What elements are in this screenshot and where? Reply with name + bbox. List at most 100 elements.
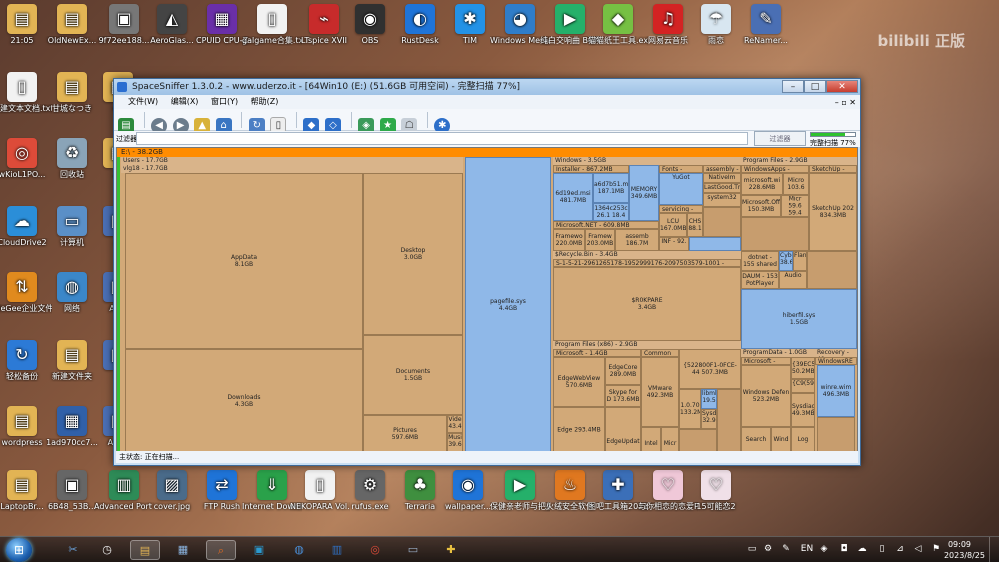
desktop-icon[interactable]: ▤ OldNewEx... <box>42 4 102 46</box>
block-sketchup-2022[interactable]: SketchUp 202 834.3MB <box>809 173 857 251</box>
block-assemb[interactable]: assemb 186.7M <box>615 229 659 251</box>
block-documents[interactable]: Documents 1.5GB <box>363 335 463 415</box>
taskbar-app-button[interactable]: ▭ <box>398 540 428 560</box>
block-microsoft-wi[interactable]: microsoft.wi 228.6MB <box>741 173 783 195</box>
taskbar-app-button[interactable]: ◷ <box>92 540 122 560</box>
block-hiberfil[interactable]: hiberfil.sys 1.5GB <box>741 289 857 349</box>
block-videos[interactable]: Vide 43.4 <box>447 415 463 433</box>
block-intel[interactable]: Intel <box>641 427 661 451</box>
block-nativeim[interactable]: NativeIm <box>703 173 741 183</box>
block-edgeupdate[interactable]: EdgeUpdat <box>605 407 641 451</box>
block-vlg[interactable]: vlg18 - 17.7GB <box>121 165 463 173</box>
block-x86-misc[interactable] <box>717 389 741 451</box>
block-flantech[interactable]: Flantech <box>793 251 807 271</box>
block-edgecore[interactable]: EdgeCore 289.0MB <box>605 357 641 385</box>
block-x86-misc-b[interactable] <box>679 429 717 451</box>
block-wind-pd[interactable]: Wind <box>771 427 791 451</box>
desktop-icon[interactable]: ♡ 15可能恋2 <box>686 470 746 512</box>
block-rec[interactable]: 1.0.70 133.2M <box>679 389 701 429</box>
start-button[interactable]: ⊞ <box>6 538 32 562</box>
cloud-icon[interactable]: ☁ <box>857 544 867 554</box>
taskbar-app-button[interactable]: ⌕ <box>206 540 236 560</box>
mdi-controls[interactable]: – ▫ ✕ <box>835 96 856 110</box>
block-daum[interactable]: DAUM - 153 PotPlayer <box>741 271 779 289</box>
desktop-icon[interactable]: ✎ ReNamer... <box>736 4 796 46</box>
language-indicator[interactable]: EN <box>799 544 815 554</box>
root-drive-label[interactable]: E:\ - 38.2GB <box>117 148 857 157</box>
block-sketchup[interactable]: SketchUp - 834 <box>809 165 857 173</box>
block-sysd[interactable]: Sysd 32.9 <box>701 409 717 429</box>
block-c9[interactable]: {C9(59 <box>791 379 815 393</box>
block-installer-msi-a[interactable]: 6d19ed.msi 481.7MB <box>553 173 593 221</box>
block-music[interactable]: Musi 39.6 <box>447 433 463 451</box>
desktop-icon[interactable]: ▯ galgame合集.txt <box>242 4 302 46</box>
block-recovery[interactable]: Recovery - 49 <box>815 349 857 357</box>
block-program-files[interactable]: Program Files - 2.9GB <box>741 157 857 165</box>
block-system32[interactable]: system32 <box>703 193 741 207</box>
block-guid[interactable]: {522800F1-0FCE-44 507.3MB <box>679 349 741 389</box>
clock-time[interactable]: 09:09 <box>948 540 971 549</box>
taskbar-app-button[interactable]: ◎ <box>360 540 390 560</box>
taskbar-app-button[interactable]: ▤ <box>130 540 160 560</box>
taskbar-app-button[interactable]: ✚ <box>436 540 466 560</box>
block-dotnet-shared[interactable]: dotnet - 155 shared <box>741 251 779 271</box>
clock-date[interactable]: 2023/8/25 <box>944 551 985 560</box>
block-log[interactable]: Log <box>791 427 815 451</box>
block-downloads[interactable]: Downloads 4.3GB <box>125 349 363 451</box>
block-c39ec[interactable]: {39EC5 50.2MB <box>791 357 815 379</box>
mouse-icon[interactable]: ◘ <box>839 544 849 554</box>
block-servicing[interactable]: servicing - <box>659 205 703 213</box>
block-microsoft-off[interactable]: Microsoft.Off 150.3MB <box>741 195 781 217</box>
keyboard-icon[interactable]: ▭ <box>747 544 757 554</box>
menu-edit[interactable]: 编辑(X) <box>171 97 199 106</box>
menu-file[interactable]: 文件(W) <box>128 97 158 106</box>
block-lastgood[interactable]: LastGood.Tm <box>703 183 741 193</box>
block-common-files[interactable]: Common File <box>641 349 679 357</box>
block-audio[interactable]: Audio <box>779 271 807 289</box>
block-search[interactable]: Search <box>741 427 771 451</box>
block-micro-a[interactable]: Micro 103.6 <box>783 173 809 195</box>
block-micro-b[interactable]: Micr 59.6 59.4 <box>781 195 809 217</box>
volume-icon[interactable]: ◁ <box>913 544 923 554</box>
close-button[interactable]: ✕ <box>826 80 858 93</box>
spacesniffer-window[interactable]: SpaceSniffer 1.3.0.2 - www.uderzo.it - [… <box>113 78 861 466</box>
block-sysdiag[interactable]: Sysdiag 49.3MB <box>791 393 815 427</box>
block-desktop[interactable]: Desktop 3.0GB <box>363 173 463 335</box>
block-framework-b[interactable]: Framew 203.0MB <box>585 229 615 251</box>
show-desktop-button[interactable] <box>989 537 999 562</box>
block-installer[interactable]: Installer - 867.2MB <box>553 165 629 173</box>
window-titlebar[interactable]: SpaceSniffer 1.3.0.2 - www.uderzo.it - [… <box>114 79 860 95</box>
block-appdata[interactable]: AppData 8.1GB <box>125 173 363 349</box>
block-windowsapps-misc[interactable] <box>741 217 809 251</box>
block-yugoth[interactable]: YuGot <box>659 173 703 205</box>
block-recovery-misc[interactable] <box>817 417 855 451</box>
pen-icon[interactable]: ✎ <box>781 544 791 554</box>
block-lcu[interactable]: LCU 167.0MB <box>659 213 687 237</box>
menu-help[interactable]: 帮助(Z) <box>251 97 279 106</box>
taskbar-app-button[interactable]: ✂ <box>58 540 88 560</box>
block-libml[interactable]: libml 19.5 <box>701 389 717 409</box>
block-skype[interactable]: Skype for D 173.6MB <box>605 385 641 407</box>
desktop-icon[interactable]: ▣ 6B48_53B... <box>42 470 102 512</box>
block-installer-msi-b[interactable]: a6d7b51.m 187.1MB <box>593 173 629 203</box>
block-inf[interactable]: INF - 92. <box>659 237 689 251</box>
taskbar-app-button[interactable]: ▦ <box>168 540 198 560</box>
maximize-button[interactable]: □ <box>804 80 826 93</box>
block-pagefile[interactable]: pagefile.sys 4.4GB <box>465 157 551 451</box>
ime-icon[interactable]: ◈ <box>819 544 829 554</box>
filter-input[interactable] <box>136 132 748 145</box>
settings-icon[interactable]: ⚙ <box>763 544 773 554</box>
block-cyber[interactable]: Cybe 38.6 <box>779 251 793 271</box>
block-fonts[interactable]: Fonts - 420.7M <box>659 165 703 173</box>
block-dotnet[interactable]: Microsoft.NET - 609.8MB <box>553 221 659 229</box>
block-program-files-x86[interactable]: Program Files (x86) - 2.9GB <box>553 341 741 349</box>
block-programdata[interactable]: ProgramData - 1.0GB <box>741 349 815 357</box>
block-vmware[interactable]: VMware 492.3MB <box>641 357 679 427</box>
block-memory[interactable]: MEMORY 349.6MB <box>629 165 659 221</box>
block-r0kpare[interactable]: $R0KPARE 3.4GB <box>553 267 741 341</box>
block-chs[interactable]: CHS 88.1 <box>687 213 703 237</box>
block-wind[interactable] <box>689 237 741 251</box>
block-recycle-bin[interactable]: $Recycle.Bin - 3.4GB <box>553 251 741 259</box>
block-windows[interactable]: Windows - 3.5GB <box>553 157 741 165</box>
taskbar-app-button[interactable]: ▥ <box>322 540 352 560</box>
